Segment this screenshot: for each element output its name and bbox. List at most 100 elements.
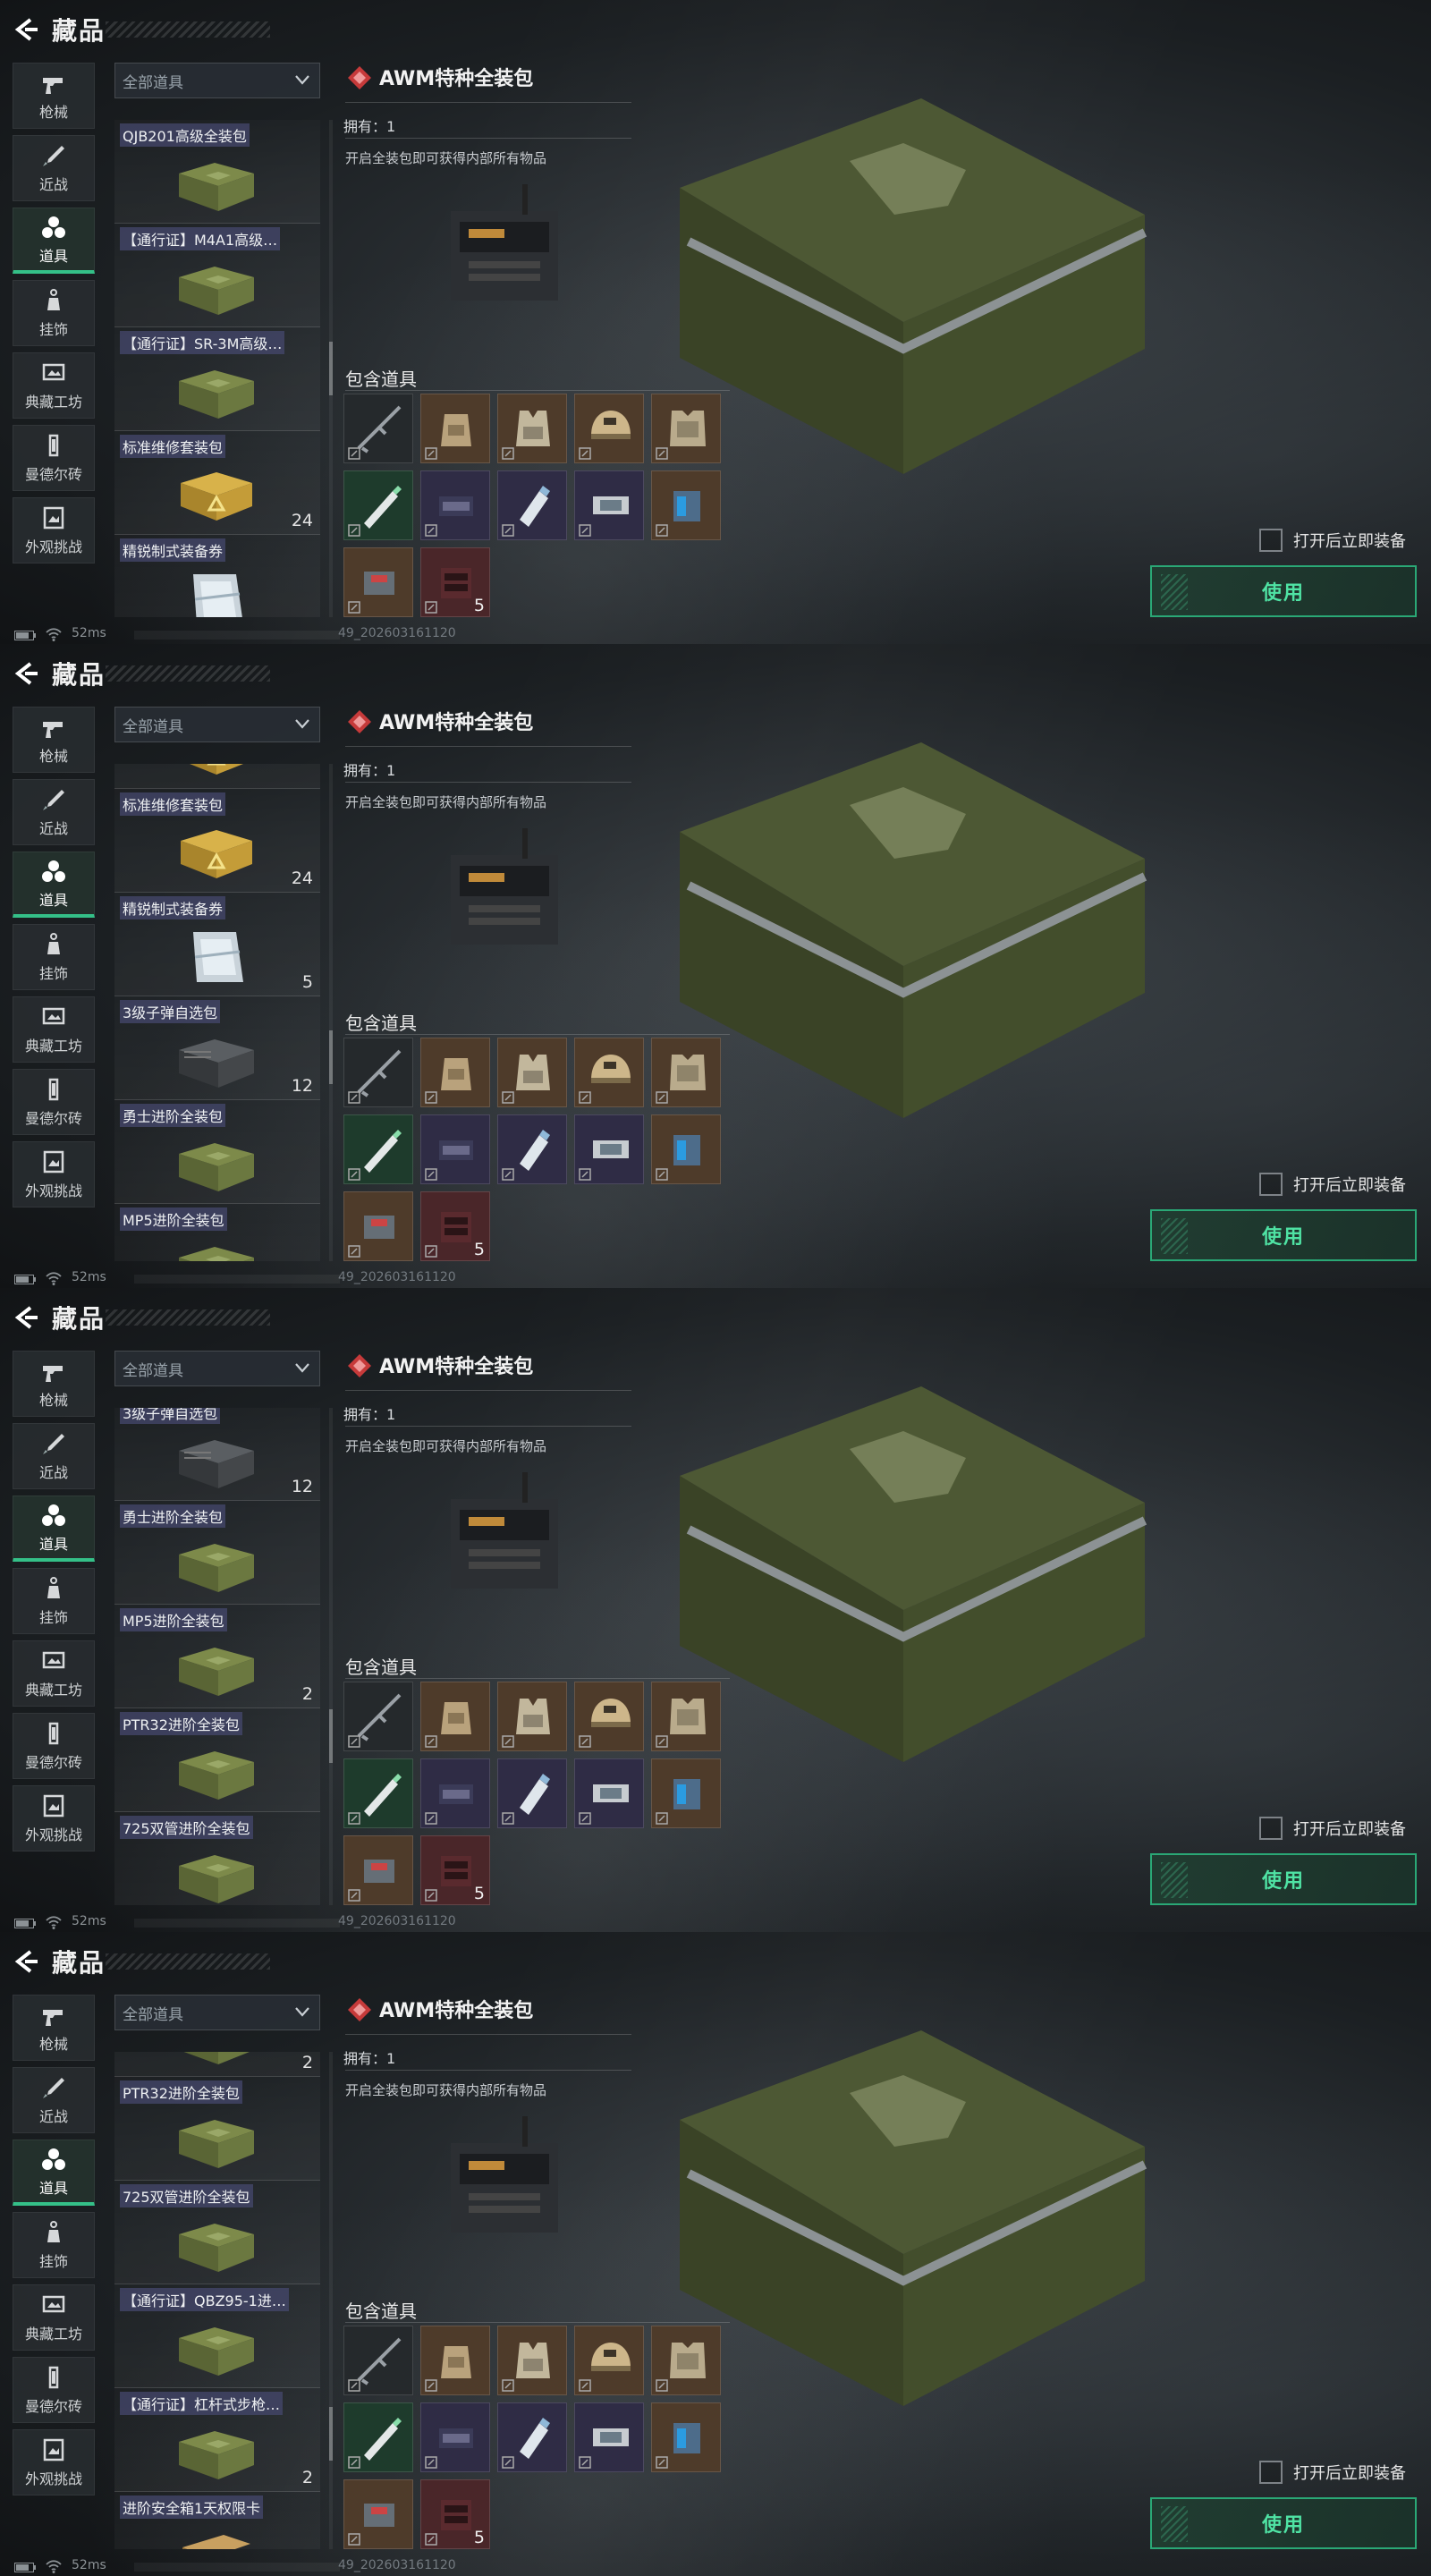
- auto-equip-option[interactable]: 打开后立即装备: [1259, 1172, 1406, 1197]
- contained-item-slot[interactable]: [497, 1038, 567, 1107]
- sidebar-item-pistol[interactable]: 枪械: [13, 1351, 95, 1417]
- contained-item-slot[interactable]: [651, 1038, 721, 1107]
- back-button[interactable]: [13, 16, 39, 43]
- contained-item-slot[interactable]: 5: [420, 1835, 490, 1905]
- sidebar-item-knife[interactable]: 近战: [13, 1423, 95, 1489]
- sidebar-item-pistol[interactable]: 枪械: [13, 63, 95, 129]
- contained-item-slot[interactable]: [497, 1758, 567, 1828]
- contained-item-slot[interactable]: 5: [420, 2479, 490, 2549]
- item-filter-dropdown[interactable]: 全部道具: [114, 707, 320, 742]
- contained-item-slot[interactable]: [420, 2326, 490, 2395]
- sidebar-item-workshop[interactable]: 典藏工坊: [13, 996, 95, 1063]
- sidebar-item-pistol[interactable]: 枪械: [13, 1995, 95, 2061]
- sidebar-item-brick[interactable]: 曼德尔砖: [13, 2357, 95, 2423]
- list-scrollbar[interactable]: [329, 2052, 333, 2549]
- auto-equip-option[interactable]: 打开后立即装备: [1259, 528, 1406, 553]
- sidebar-item-brick[interactable]: 曼德尔砖: [13, 1069, 95, 1135]
- contained-item-slot[interactable]: [497, 470, 567, 540]
- list-item[interactable]: 【通行证】QBZ95-1进…: [114, 2284, 320, 2388]
- contained-item-slot[interactable]: [574, 2326, 644, 2395]
- contained-item-slot[interactable]: [497, 1114, 567, 1184]
- contained-item-slot[interactable]: [574, 470, 644, 540]
- back-button[interactable]: [13, 660, 39, 687]
- list-item[interactable]: 725双管进阶全装包: [114, 2181, 320, 2284]
- contained-item-slot[interactable]: [651, 2326, 721, 2395]
- list-item[interactable]: 3级子弹自选包 12: [114, 996, 320, 1100]
- list-scrollbar-thumb[interactable]: [329, 2407, 333, 2461]
- sidebar-item-pistol[interactable]: 枪械: [13, 707, 95, 773]
- contained-item-slot[interactable]: [420, 394, 490, 463]
- list-item[interactable]: 【通行证】M4A1高级…: [114, 224, 320, 327]
- contained-item-slot[interactable]: 5: [420, 1191, 490, 1261]
- list-item[interactable]: MP5进阶全装包 2: [114, 1605, 320, 1708]
- list-item[interactable]: 勇士进阶全装包: [114, 1100, 320, 1204]
- sidebar-item-items[interactable]: 道具: [13, 852, 95, 918]
- contained-item-slot[interactable]: [651, 394, 721, 463]
- auto-equip-checkbox[interactable]: [1259, 2461, 1283, 2484]
- contained-item-slot[interactable]: [420, 470, 490, 540]
- auto-equip-checkbox[interactable]: [1259, 529, 1283, 552]
- contained-item-slot[interactable]: [343, 1114, 413, 1184]
- contained-item-slot[interactable]: [343, 1682, 413, 1751]
- list-item[interactable]: 精锐制式装备券 5: [114, 893, 320, 996]
- back-button[interactable]: [13, 1304, 39, 1331]
- list-item[interactable]: 725双管进阶全装包: [114, 1812, 320, 1905]
- list-item[interactable]: 勇士进阶全装包: [114, 1501, 320, 1605]
- list-item[interactable]: MP5进阶全装包: [114, 1204, 320, 1261]
- sidebar-item-challenge[interactable]: 外观挑战: [13, 497, 95, 564]
- contained-item-slot[interactable]: [343, 394, 413, 463]
- list-scrollbar[interactable]: [329, 764, 333, 1261]
- contained-item-slot[interactable]: [574, 1758, 644, 1828]
- sidebar-item-items[interactable]: 道具: [13, 2140, 95, 2206]
- list-item[interactable]: 【通行证】杠杆式步枪… 2: [114, 2388, 320, 2492]
- contained-item-slot[interactable]: [343, 2479, 413, 2549]
- list-item[interactable]: PTR32进阶全装包: [114, 1708, 320, 1812]
- contained-item-slot[interactable]: [343, 2402, 413, 2472]
- contained-item-slot[interactable]: [420, 1758, 490, 1828]
- item-filter-dropdown[interactable]: 全部道具: [114, 1351, 320, 1386]
- list-scrollbar-thumb[interactable]: [329, 1030, 333, 1084]
- use-button[interactable]: 使用: [1150, 1853, 1417, 1905]
- sidebar-item-challenge[interactable]: 外观挑战: [13, 1785, 95, 1852]
- sidebar-item-charm[interactable]: 挂饰: [13, 924, 95, 990]
- sidebar-item-workshop[interactable]: 典藏工坊: [13, 1640, 95, 1707]
- sidebar-item-knife[interactable]: 近战: [13, 2067, 95, 2133]
- list-scrollbar[interactable]: [329, 1408, 333, 1905]
- auto-equip-checkbox[interactable]: [1259, 1173, 1283, 1196]
- auto-equip-checkbox[interactable]: [1259, 1817, 1283, 1840]
- list-item[interactable]: 精锐制式装备券: [114, 535, 320, 617]
- sidebar-item-workshop[interactable]: 典藏工坊: [13, 352, 95, 419]
- list-item[interactable]: 标准维修套装包 24: [114, 789, 320, 893]
- contained-item-slot[interactable]: [574, 2402, 644, 2472]
- sidebar-item-challenge[interactable]: 外观挑战: [13, 2429, 95, 2496]
- list-scrollbar[interactable]: [329, 120, 333, 617]
- contained-item-slot[interactable]: [343, 1835, 413, 1905]
- contained-item-slot[interactable]: [497, 394, 567, 463]
- contained-item-slot[interactable]: [651, 2402, 721, 2472]
- contained-item-slot[interactable]: [420, 2402, 490, 2472]
- contained-item-slot[interactable]: [651, 1758, 721, 1828]
- auto-equip-option[interactable]: 打开后立即装备: [1259, 1816, 1406, 1841]
- contained-item-slot[interactable]: [343, 1758, 413, 1828]
- contained-item-slot[interactable]: [574, 1038, 644, 1107]
- sidebar-item-knife[interactable]: 近战: [13, 779, 95, 845]
- use-button[interactable]: 使用: [1150, 2497, 1417, 2549]
- contained-item-slot[interactable]: [343, 1191, 413, 1261]
- contained-item-slot[interactable]: 5: [420, 547, 490, 617]
- contained-item-slot[interactable]: [651, 470, 721, 540]
- list-item[interactable]: 3级子弹自选包 12: [114, 1408, 320, 1501]
- sidebar-item-brick[interactable]: 曼德尔砖: [13, 425, 95, 491]
- auto-equip-option[interactable]: 打开后立即装备: [1259, 2460, 1406, 2485]
- contained-item-slot[interactable]: [420, 1682, 490, 1751]
- contained-item-slot[interactable]: [651, 1682, 721, 1751]
- list-item[interactable]: QJB201高级全装包: [114, 120, 320, 224]
- contained-item-slot[interactable]: [574, 1682, 644, 1751]
- list-scrollbar-thumb[interactable]: [329, 342, 333, 395]
- sidebar-item-knife[interactable]: 近战: [13, 135, 95, 201]
- list-item[interactable]: 标准维修套装包 24: [114, 431, 320, 535]
- use-button[interactable]: 使用: [1150, 565, 1417, 617]
- list-item[interactable]: 2: [114, 2052, 320, 2077]
- list-item[interactable]: PTR32进阶全装包: [114, 2077, 320, 2181]
- contained-item-slot[interactable]: [343, 2326, 413, 2395]
- sidebar-item-challenge[interactable]: 外观挑战: [13, 1141, 95, 1208]
